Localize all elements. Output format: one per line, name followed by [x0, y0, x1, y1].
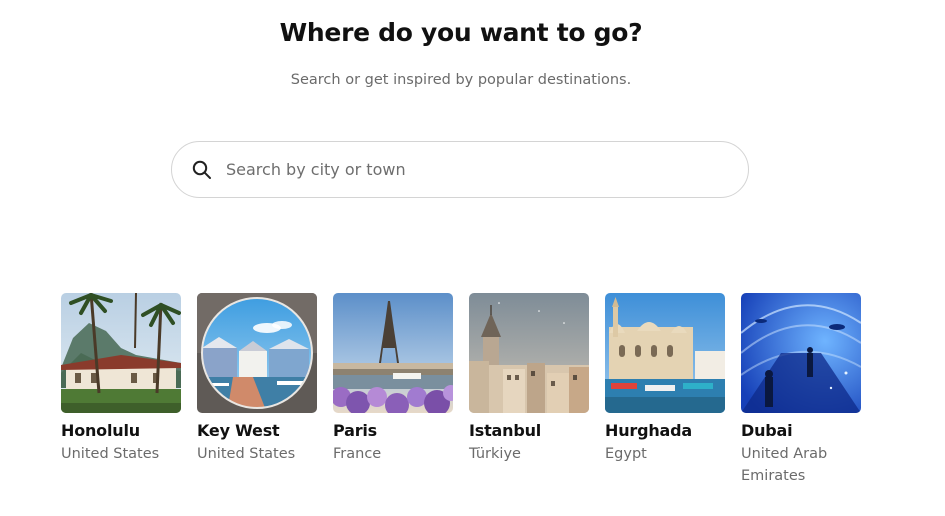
- destination-country: France: [333, 446, 382, 462]
- search-icon: [192, 160, 212, 180]
- destination-card-hurghada[interactable]: Hurghada Egypt: [605, 293, 725, 465]
- page-title: Where do you want to go?: [279, 18, 643, 47]
- destination-city: Hurghada: [605, 421, 692, 440]
- destination-card-dubai[interactable]: Dubai United Arab Emirates: [741, 293, 861, 487]
- destination-card-honolulu[interactable]: Honolulu United States: [61, 293, 181, 465]
- destination-country: Egypt: [605, 446, 647, 462]
- destination-image-istanbul: [469, 293, 589, 413]
- destination-card-key-west[interactable]: Key West United States: [197, 293, 317, 465]
- search-bar[interactable]: [171, 141, 749, 198]
- destination-country: Türkiye: [469, 446, 521, 462]
- destination-image-key-west: [197, 293, 317, 413]
- destination-card-istanbul[interactable]: Istanbul Türkiye: [469, 293, 589, 465]
- destination-country: United Arab Emirates: [741, 446, 828, 484]
- destination-image-dubai: [741, 293, 861, 413]
- page-subtitle: Search or get inspired by popular destin…: [290, 72, 632, 88]
- destination-search-page: Where do you want to go? Search or get i…: [0, 0, 945, 516]
- destination-country: United States: [197, 446, 296, 462]
- search-input[interactable]: [226, 154, 726, 184]
- destination-city: Istanbul: [469, 421, 542, 440]
- destination-image-paris: [333, 293, 453, 413]
- destination-image-honolulu: [61, 293, 181, 413]
- destination-city: Paris: [333, 421, 377, 440]
- destination-image-hurghada: [605, 293, 725, 413]
- destination-card-paris[interactable]: Paris France: [333, 293, 453, 465]
- destination-country: United States: [61, 446, 160, 462]
- destination-city: Dubai: [741, 421, 793, 440]
- destination-city: Key West: [197, 421, 280, 440]
- destination-city: Honolulu: [61, 421, 140, 440]
